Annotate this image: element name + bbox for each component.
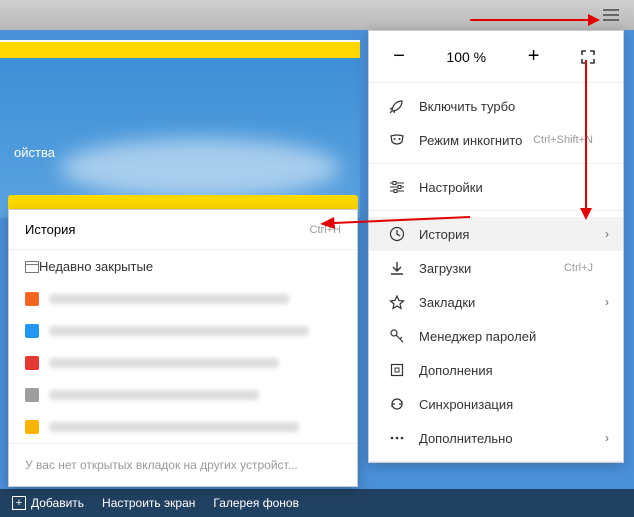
menu-item-downloads[interactable]: Загрузки Ctrl+J <box>369 251 623 285</box>
puzzle-icon <box>387 362 407 378</box>
configure-screen-button[interactable]: Настроить экран <box>102 496 195 510</box>
download-icon <box>387 260 407 276</box>
bookmarks-label: Закладки <box>419 295 475 310</box>
history-entry[interactable] <box>9 347 357 379</box>
history-entry[interactable] <box>9 379 357 411</box>
favicon <box>25 356 39 370</box>
zoom-level: 100 % <box>446 49 486 65</box>
incognito-label: Режим инкогнито <box>419 133 522 148</box>
history-entry[interactable] <box>9 315 357 347</box>
menu-item-turbo[interactable]: Включить турбо <box>369 89 623 123</box>
addons-label: Дополнения <box>419 363 493 378</box>
add-button[interactable]: + Добавить <box>12 496 84 510</box>
downloads-label: Загрузки <box>419 261 471 276</box>
plus-icon: + <box>12 496 26 510</box>
menu-item-incognito[interactable]: Режим инкогнито Ctrl+Shift+N <box>369 123 623 157</box>
zoom-row: − 100 % + <box>369 31 623 83</box>
key-icon <box>387 328 407 344</box>
menu-item-more[interactable]: Дополнительно › <box>369 421 623 455</box>
menu-item-settings[interactable]: Настройки <box>369 170 623 204</box>
sync-icon <box>387 396 407 412</box>
gallery-backgrounds-button[interactable]: Галерея фонов <box>213 496 299 510</box>
gallery-label: Галерея фонов <box>213 496 299 510</box>
add-label: Добавить <box>31 496 84 510</box>
tab-icon <box>25 261 39 273</box>
history-submenu: История Ctrl+H Недавно закрытые У вас не… <box>8 209 358 487</box>
yellow-bar <box>0 40 360 58</box>
star-icon <box>387 294 407 310</box>
fullscreen-button[interactable] <box>581 50 605 64</box>
clock-icon <box>387 226 407 242</box>
rocket-icon <box>387 98 407 114</box>
favicon <box>25 388 39 402</box>
bottom-toolbar: + Добавить Настроить экран Галерея фонов <box>0 489 634 517</box>
chevron-right-icon: › <box>605 295 609 309</box>
more-label: Дополнительно <box>419 431 513 446</box>
favicon <box>25 324 39 338</box>
configure-screen-label: Настроить экран <box>102 496 195 510</box>
window-top-bar <box>0 0 634 30</box>
settings-label: Настройки <box>419 180 483 195</box>
main-menu: − 100 % + Включить турбо Режим инкогнито… <box>368 30 624 463</box>
history-title: История <box>25 222 75 237</box>
recently-closed-label: Недавно закрытые <box>39 259 153 274</box>
history-submenu-header[interactable]: История Ctrl+H <box>9 210 357 250</box>
hamburger-menu-button[interactable] <box>596 3 626 27</box>
sync-label: Синхронизация <box>419 397 513 412</box>
sliders-icon <box>387 179 407 195</box>
menu-item-history[interactable]: История › <box>369 217 623 251</box>
settings-panel-label: ойства <box>14 145 55 160</box>
background-sky <box>0 58 360 218</box>
favicon <box>25 292 39 306</box>
history-shortcut: Ctrl+H <box>310 224 341 236</box>
menu-item-sync[interactable]: Синхронизация <box>369 387 623 421</box>
menu-item-bookmarks[interactable]: Закладки › <box>369 285 623 319</box>
zoom-in-button[interactable]: + <box>522 45 546 68</box>
zoom-out-button[interactable]: − <box>387 45 411 68</box>
chevron-right-icon: › <box>605 431 609 445</box>
dots-icon <box>387 430 407 446</box>
history-entry[interactable] <box>9 411 357 443</box>
incognito-shortcut: Ctrl+Shift+N <box>533 134 593 146</box>
turbo-label: Включить турбо <box>419 99 515 114</box>
menu-item-addons[interactable]: Дополнения <box>369 353 623 387</box>
history-label: История <box>419 227 469 242</box>
downloads-shortcut: Ctrl+J <box>564 262 593 274</box>
passwords-label: Менеджер паролей <box>419 329 536 344</box>
favicon <box>25 420 39 434</box>
chevron-right-icon: › <box>605 227 609 241</box>
recently-closed-item[interactable]: Недавно закрытые <box>9 250 357 283</box>
history-entry[interactable] <box>9 283 357 315</box>
cloud-graphic <box>60 138 340 198</box>
menu-item-passwords[interactable]: Менеджер паролей <box>369 319 623 353</box>
mask-icon <box>387 132 407 148</box>
no-tabs-other-devices: У вас нет открытых вкладок на других уст… <box>9 443 357 486</box>
